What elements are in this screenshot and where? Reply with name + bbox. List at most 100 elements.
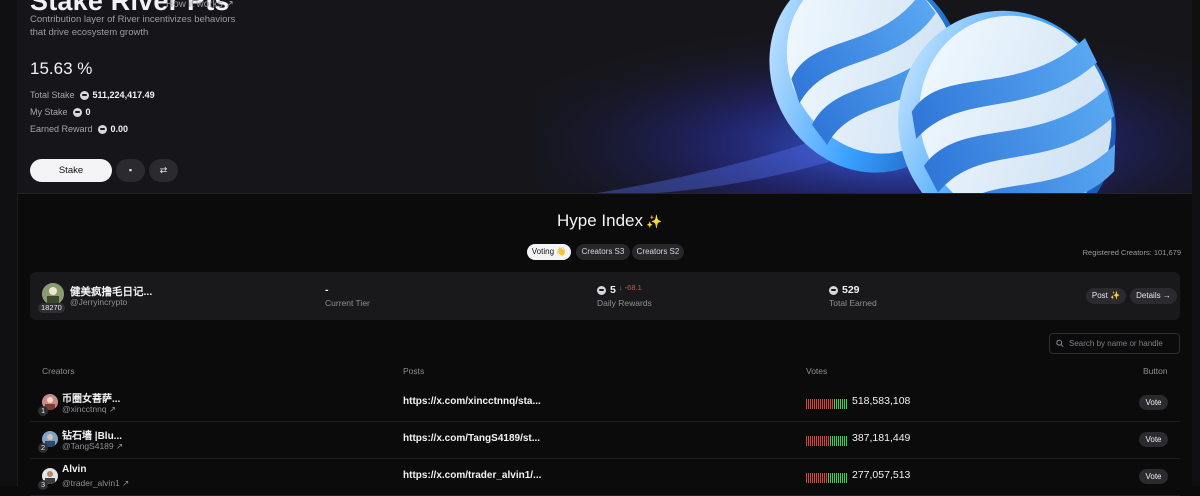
creator-handle-link[interactable]: @trader_alvin1 ↗ bbox=[62, 478, 129, 489]
momentum-tick bbox=[838, 473, 839, 483]
rank-badge: 18270 bbox=[38, 303, 65, 313]
avatar bbox=[42, 283, 64, 305]
apy-value: 15.63 % bbox=[30, 59, 93, 78]
momentum-tick bbox=[834, 436, 835, 446]
my-stake-stat: My Stake 0 bbox=[30, 107, 91, 117]
momentum-tick bbox=[830, 399, 831, 409]
rank-badge: 3 bbox=[38, 480, 49, 490]
creator-name: 币圈女菩萨... bbox=[62, 394, 121, 405]
momentum-tick bbox=[838, 399, 839, 409]
stat-value: 0.00 bbox=[110, 124, 129, 134]
momentum-tick bbox=[816, 473, 817, 483]
momentum-tick bbox=[808, 399, 809, 409]
momentum-tick bbox=[808, 436, 809, 446]
search-input[interactable] bbox=[1069, 339, 1179, 348]
post-button[interactable]: Post ✨ bbox=[1086, 288, 1126, 304]
momentum-tick bbox=[806, 436, 807, 446]
total-earned-number: 529 bbox=[842, 284, 860, 296]
current-tier-label: Current Tier bbox=[325, 298, 370, 308]
how-it-works-link[interactable]: How it works ↗ bbox=[166, 0, 234, 10]
avatar-image-icon bbox=[42, 283, 64, 305]
vote-count: 387,181,449 bbox=[852, 432, 911, 444]
post-link[interactable]: https://x.com/xincctnnq/sta... bbox=[403, 396, 541, 407]
momentum-tick bbox=[826, 436, 827, 446]
daily-rewards-number: 5 bbox=[610, 284, 616, 296]
momentum-tick bbox=[822, 436, 823, 446]
wallet-icon: ▪ bbox=[128, 165, 133, 175]
momentum-tick bbox=[820, 399, 821, 409]
creator-name: Alvin bbox=[62, 464, 87, 475]
momentum-tick bbox=[844, 436, 845, 446]
col-header-button: Button bbox=[1143, 366, 1168, 376]
momentum-tick bbox=[822, 399, 823, 409]
creator-handle-link[interactable]: @xincctnnq ↗ bbox=[62, 404, 116, 415]
momentum-tick bbox=[806, 473, 807, 483]
river-coin-icon bbox=[79, 90, 89, 100]
momentum-tick bbox=[836, 399, 837, 409]
momentum-tick bbox=[818, 473, 819, 483]
table-row: 1 币圈女菩萨... @xincctnnq ↗ https://x.com/xi… bbox=[30, 384, 1180, 422]
momentum-tick bbox=[834, 399, 835, 409]
col-header-posts: Posts bbox=[403, 366, 425, 376]
rank-badge: 1 bbox=[38, 406, 49, 416]
tab-voting[interactable]: Voting 👋 bbox=[527, 244, 571, 260]
sparkle-icon: ✨ bbox=[646, 214, 663, 229]
momentum-tick bbox=[836, 436, 837, 446]
creator-handle-link[interactable]: @TangS4189 ↗ bbox=[62, 441, 123, 452]
momentum-tick bbox=[830, 436, 831, 446]
momentum-tick bbox=[840, 473, 841, 483]
swap-button[interactable]: ⇄ bbox=[149, 159, 178, 182]
search-icon bbox=[1056, 339, 1064, 348]
momentum-tick bbox=[846, 473, 847, 483]
col-header-creators: Creators bbox=[42, 366, 75, 376]
momentum-tick bbox=[810, 473, 811, 483]
post-link[interactable]: https://x.com/trader_alvin1/... bbox=[403, 470, 541, 481]
earned-reward-stat: Earned Reward 0.00 bbox=[30, 124, 128, 134]
momentum-tick bbox=[816, 436, 817, 446]
left-sidebar-rail bbox=[0, 0, 18, 486]
momentum-tick bbox=[812, 436, 813, 446]
momentum-tick bbox=[820, 473, 821, 483]
momentum-tick bbox=[834, 473, 835, 483]
vote-momentum-bar bbox=[806, 436, 847, 446]
hype-index-title: Hype Index ✨ bbox=[557, 211, 662, 231]
total-stake-stat: Total Stake 511,224,417.49 bbox=[30, 90, 155, 100]
momentum-tick bbox=[818, 399, 819, 409]
vote-button[interactable]: Vote bbox=[1139, 432, 1168, 447]
river-coin-illustration bbox=[537, 0, 1192, 193]
stat-value: 511,224,417.49 bbox=[92, 90, 155, 100]
momentum-tick bbox=[832, 399, 833, 409]
table-row: 3 Alvin @trader_alvin1 ↗ https://x.com/t… bbox=[30, 458, 1180, 496]
right-scrollbar[interactable] bbox=[1192, 0, 1200, 486]
river-coin-icon bbox=[829, 285, 838, 295]
momentum-tick bbox=[840, 436, 841, 446]
momentum-tick bbox=[812, 473, 813, 483]
river-coin-icon bbox=[72, 107, 82, 117]
vote-count: 518,583,108 bbox=[852, 395, 911, 407]
momentum-tick bbox=[828, 436, 829, 446]
vote-momentum-bar bbox=[806, 399, 847, 409]
tab-creators-s2[interactable]: Creators S2 bbox=[632, 244, 684, 260]
momentum-tick bbox=[830, 473, 831, 483]
momentum-tick bbox=[814, 399, 815, 409]
momentum-tick bbox=[844, 473, 845, 483]
creator-search-box[interactable] bbox=[1049, 333, 1180, 354]
momentum-tick bbox=[842, 473, 843, 483]
my-creator-handle: @Jerryincrypto bbox=[70, 297, 128, 307]
current-tier-value: - bbox=[325, 284, 329, 296]
wallet-button[interactable]: ▪ bbox=[116, 159, 145, 182]
momentum-tick bbox=[824, 473, 825, 483]
momentum-tick bbox=[814, 436, 815, 446]
stake-hero-panel: Stake River Pts How it works ↗ Contribut… bbox=[17, 0, 1192, 194]
momentum-tick bbox=[842, 436, 843, 446]
vote-button[interactable]: Vote bbox=[1139, 469, 1168, 484]
tab-creators-s3[interactable]: Creators S3 bbox=[576, 244, 630, 260]
momentum-tick bbox=[812, 399, 813, 409]
daily-rewards-label: Daily Rewards bbox=[597, 298, 652, 308]
vote-button[interactable]: Vote bbox=[1139, 395, 1168, 410]
details-button[interactable]: Details → bbox=[1130, 288, 1177, 304]
stat-label: My Stake bbox=[30, 107, 68, 117]
stake-button[interactable]: Stake bbox=[30, 159, 112, 182]
momentum-tick bbox=[846, 436, 847, 446]
post-link[interactable]: https://x.com/TangS4189/st... bbox=[403, 433, 540, 444]
